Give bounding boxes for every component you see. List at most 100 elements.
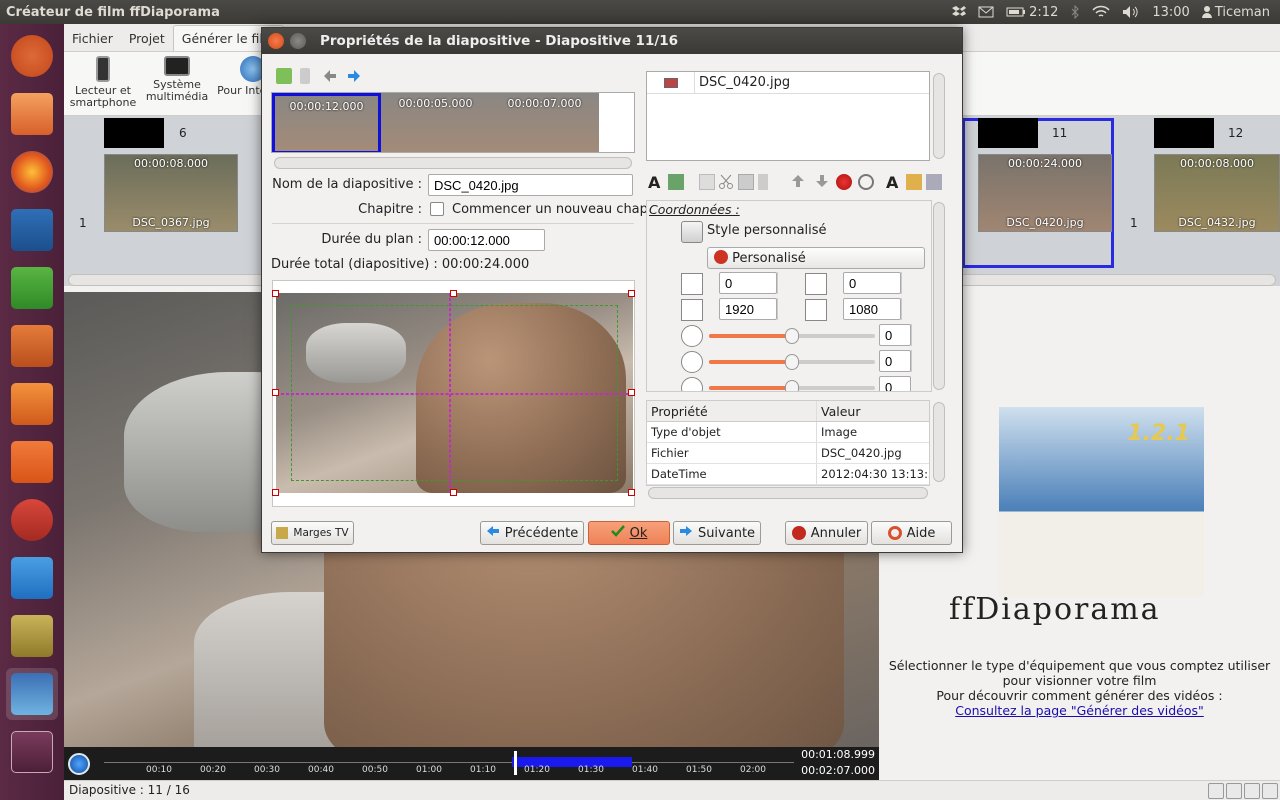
paste-icon[interactable] [738,174,754,190]
software-center-icon[interactable] [6,378,58,430]
resize-handle[interactable] [272,389,279,396]
slide-thumbnail[interactable]: 00:00:08.000 DSC_0432.jpg [1154,154,1280,232]
resize-handle[interactable] [272,489,279,496]
slider-knob[interactable] [785,328,799,344]
duration-input[interactable] [428,229,545,251]
minimize-icon[interactable] [290,33,306,49]
properties-scrollbar[interactable] [933,402,945,482]
text-add-icon[interactable]: A [648,173,664,192]
delete-shot-icon[interactable] [300,68,310,84]
list-item[interactable]: DSC_0420.jpg [647,71,929,94]
rotate-y-slider[interactable] [709,380,875,391]
tab-projet[interactable]: Projet [121,26,173,51]
slider-knob[interactable] [785,354,799,370]
play-small-icon[interactable] [1208,783,1224,799]
arrow-down-icon[interactable] [814,173,830,189]
dropbox-icon[interactable] [950,5,967,19]
dropbox-launcher-icon[interactable] [6,552,58,604]
cut-icon[interactable] [718,174,734,190]
resize-handle[interactable] [450,489,457,496]
installer-icon[interactable] [6,610,58,662]
height-spinner[interactable] [901,298,913,320]
image-style-icon[interactable] [906,174,922,190]
grid-icon[interactable] [1226,783,1242,799]
arrow-up-icon[interactable] [790,173,806,189]
help-button[interactable]: Aide [871,521,952,545]
ubuntu-logo-icon[interactable] [6,30,58,82]
rotate-x-spinner[interactable] [911,350,923,372]
resize-handle[interactable] [628,489,635,496]
time-ruler[interactable]: 00:10 00:20 00:30 00:40 00:50 01:00 01:1… [104,749,794,777]
zoom-in-icon[interactable] [1244,783,1260,799]
copy-icon[interactable] [699,174,715,190]
mail-icon[interactable] [978,6,994,18]
y-spinner[interactable] [901,272,913,294]
table-row[interactable]: Type d'objet Image [647,422,929,443]
y-input[interactable] [843,272,901,294]
rotate-z-slider[interactable] [709,328,875,344]
style-combo[interactable]: Personalisé [707,247,925,269]
table-row[interactable]: Fichier DSC_0420.jpg [647,443,929,464]
height-input[interactable] [843,298,901,320]
rotate-x-input[interactable] [879,350,911,372]
ffdiaporama-launcher-icon[interactable] [6,668,58,720]
volume-icon[interactable] [1122,5,1140,19]
previous-button[interactable]: Précédente [480,521,584,545]
coordinates-scrollbar[interactable] [933,202,945,390]
table-row[interactable]: DateTime 2012:04:30 13:13:55 [647,464,929,485]
shot-strip[interactable]: 00:00:12.000 00:00:05.000 00:00:07.000 [271,92,635,153]
arrow-left-icon[interactable] [322,68,338,84]
delete-object-icon[interactable] [758,174,768,190]
properties-icon[interactable] [926,174,942,190]
slide-thumbnail[interactable]: 00:00:08.000 DSC_0367.jpg [104,154,238,232]
add-shot-icon[interactable] [276,68,292,84]
user-menu[interactable]: Ticeman [1201,5,1270,20]
shot-strip-scrollbar[interactable] [274,157,632,169]
next-button[interactable]: Suivante [673,521,761,545]
arrow-right-icon[interactable] [346,68,362,84]
ok-button[interactable]: Ok [588,521,670,545]
clock[interactable]: 13:00 [1152,5,1189,20]
files-icon[interactable] [6,88,58,140]
tab-fichier[interactable]: Fichier [64,26,121,51]
style-menu-icon[interactable] [681,221,703,243]
shot-editor[interactable] [272,280,635,507]
system-settings-icon[interactable] [6,494,58,546]
properties-hscrollbar[interactable] [648,487,928,499]
width-spinner[interactable] [777,298,789,320]
slide-name-input[interactable] [428,174,633,196]
width-input[interactable] [719,298,777,320]
resize-handle[interactable] [628,389,635,396]
hide-icon[interactable] [836,174,852,190]
calc-icon[interactable] [6,262,58,314]
slide-thumbnail[interactable]: 00:00:24.000 DSC_0420.jpg [978,154,1112,232]
multimedia-button[interactable]: Système multimédia [138,56,216,103]
writer-icon[interactable] [6,204,58,256]
image-add-icon[interactable] [668,174,684,190]
play-button[interactable] [68,753,90,775]
shot-thumbnail[interactable]: 00:00:07.000 [490,93,599,152]
workspace-switcher-icon[interactable] [6,726,58,778]
rotate-y-input[interactable] [879,376,911,391]
text-style-icon[interactable]: A [886,173,902,192]
rotate-z-spinner[interactable] [911,324,923,346]
bluetooth-icon[interactable] [1070,5,1080,19]
resize-handle[interactable] [450,290,457,297]
rotate-x-slider[interactable] [709,354,875,370]
object-list[interactable]: DSC_0420.jpg [646,71,930,161]
rotate-z-input[interactable] [879,324,911,346]
x-spinner[interactable] [777,272,789,294]
shot-thumbnail[interactable]: 00:00:05.000 [381,93,490,152]
firefox-icon[interactable] [6,146,58,198]
visibility-icon[interactable] [858,174,874,190]
shot-thumbnail-selected[interactable]: 00:00:12.000 [272,93,381,152]
playhead[interactable] [514,751,517,775]
zoom-out-icon[interactable] [1262,783,1278,799]
cancel-button[interactable]: Annuler [785,521,868,545]
resize-handle[interactable] [272,290,279,297]
tv-margins-button[interactable]: Marges TV [271,521,354,545]
new-chapter-checkbox[interactable] [430,202,444,216]
ubuntu-one-icon[interactable] [6,436,58,488]
object-list-scrollbar[interactable] [933,73,945,159]
close-icon[interactable] [268,33,284,49]
